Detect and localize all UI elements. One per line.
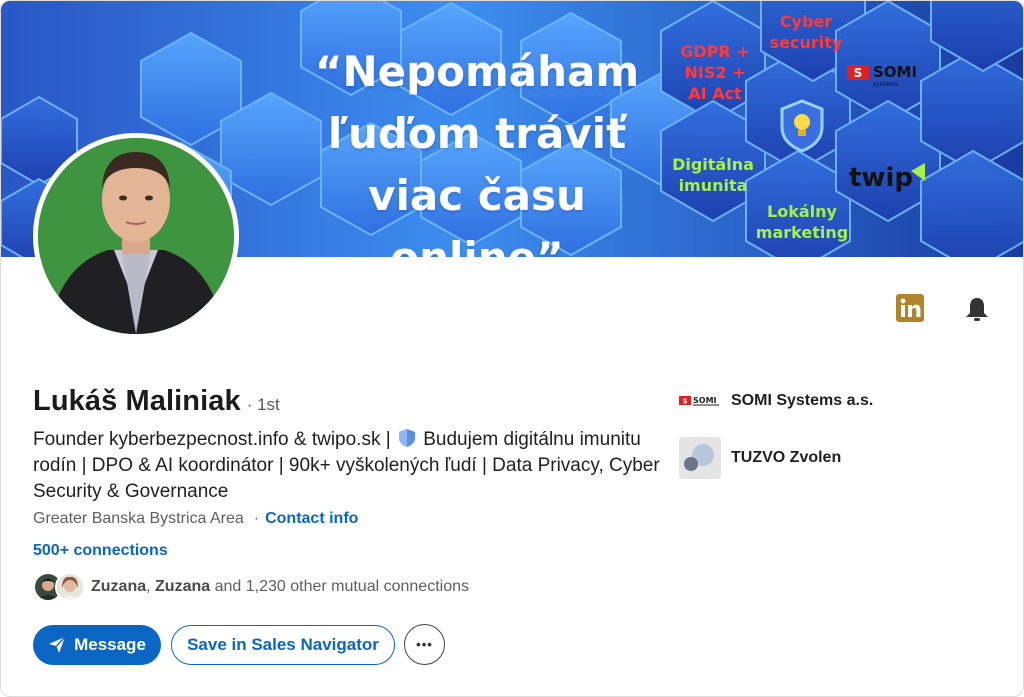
more-icon: ••• (416, 637, 433, 652)
banner-quote-line: viac času online” (368, 171, 586, 257)
shield-icon (398, 429, 415, 447)
tuzvo-logo (679, 437, 721, 479)
location-row: Greater Banska Bystrica Area · Contact i… (33, 510, 358, 528)
mutual-connections[interactable]: Zuzana, Zuzana and 1,230 other mutual co… (33, 572, 469, 602)
more-actions-button[interactable]: ••• (404, 624, 445, 665)
mutual-rest: and 1,230 other mutual connections (214, 578, 469, 595)
svg-text:twip: twip (849, 163, 913, 193)
message-button[interactable]: Message (33, 625, 161, 665)
svg-text:systems: systems (873, 81, 898, 88)
profile-photo[interactable] (33, 133, 239, 339)
message-button-label: Message (74, 635, 146, 654)
banner-quote-line: ľuďom tráviť (327, 109, 627, 158)
headline-text: Founder kyberbezpecnost.info & twipo.sk … (33, 429, 391, 450)
connection-degree: · 1st (246, 395, 280, 414)
avatar (55, 572, 85, 602)
svg-text:S: S (854, 66, 863, 80)
avatar-illustration (38, 138, 234, 334)
company-name: TUZVO Zvolen (731, 449, 842, 466)
banner-tag-gdpr: GDPR + NIS2 + AI Act (680, 42, 750, 103)
bell-icon[interactable] (961, 293, 993, 325)
banner-tag-local: Lokálny marketing (755, 202, 849, 242)
name-row: Lukáš Maliniak · 1st (33, 385, 280, 418)
mutual-name: Zuzana (155, 578, 211, 595)
banner-quote-line: “Nepomáham (314, 47, 640, 96)
location-text: Greater Banska Bystrica Area (33, 510, 244, 527)
mutual-text: Zuzana, Zuzana and 1,230 other mutual co… (91, 578, 469, 595)
company-item-tuzvo[interactable]: TUZVO Zvolen (679, 437, 841, 479)
somi-logo: S SOMI (679, 394, 721, 408)
svg-text:SOMI: SOMI (873, 63, 917, 81)
separator-dot: · (253, 510, 260, 527)
banner-quote: “Nepomáham ľuďom tráviť viac času online… (287, 41, 667, 257)
company-name: SOMI Systems a.s. (731, 392, 874, 409)
company-item-somi[interactable]: S SOMI SOMI Systems a.s. (679, 392, 873, 410)
linkedin-icon[interactable] (895, 293, 925, 323)
mutual-name: Zuzana (91, 578, 147, 595)
connections-link[interactable]: 500+ connections (33, 542, 168, 560)
svg-text:S: S (682, 398, 687, 406)
svg-text:SOMI: SOMI (693, 396, 717, 405)
profile-headline: Founder kyberbezpecnost.info & twipo.sk … (33, 427, 673, 505)
banner-tag-digital: Digitálna imunita (672, 155, 754, 195)
banner-tag-cyber: Cyber security (769, 12, 843, 52)
lightbulb-shield-icon (780, 99, 824, 153)
send-icon (49, 636, 66, 653)
save-in-sales-navigator-button[interactable]: Save in Sales Navigator (171, 625, 395, 665)
contact-info-link[interactable]: Contact info (265, 510, 358, 528)
profile-name: Lukáš Maliniak (33, 385, 241, 417)
profile-card: S SOMI systems twip “Nepomáham ľuďom trá… (0, 0, 1024, 697)
